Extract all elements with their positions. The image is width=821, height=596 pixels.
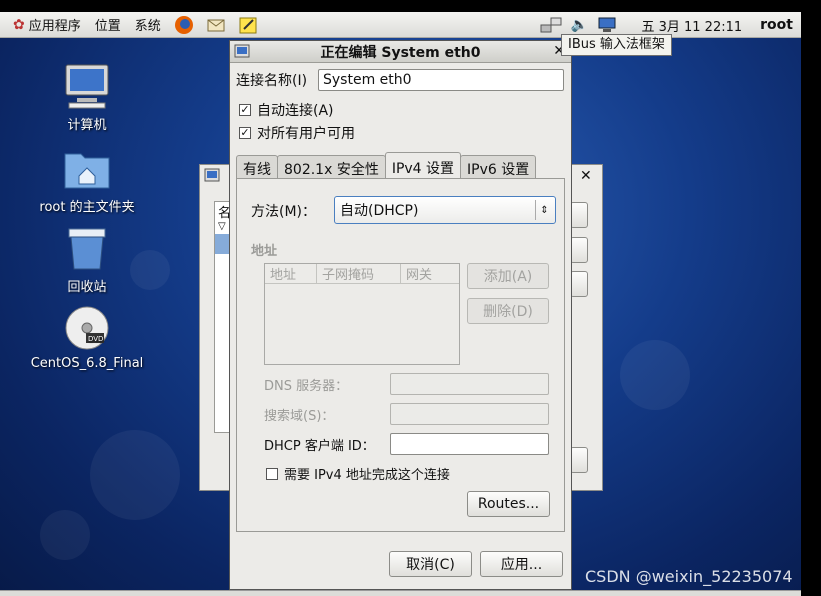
column-header: 子网掩码 xyxy=(317,264,401,283)
auto-connect-row[interactable]: ✓ 自动连接(A) xyxy=(239,100,334,120)
home-folder-icon xyxy=(61,142,113,194)
bottom-taskbar xyxy=(0,590,801,596)
desktop-icon-label: CentOS_6.8_Final xyxy=(30,356,144,371)
routes-button[interactable]: Routes... xyxy=(467,491,550,517)
dialog-titlebar[interactable]: 正在编辑 System eth0 ✕ xyxy=(230,41,571,63)
ibus-keyboard-icon[interactable] xyxy=(596,14,618,36)
search-domain-input[interactable] xyxy=(390,403,549,425)
firefox-icon[interactable] xyxy=(173,14,195,36)
require-ipv4-checkbox[interactable] xyxy=(266,467,278,480)
column-header: 网关 xyxy=(406,268,433,283)
add-button[interactable] xyxy=(570,202,588,228)
chevron-updown-icon: ⇕ xyxy=(535,200,553,220)
screen-border xyxy=(801,0,821,596)
computer-icon xyxy=(61,60,113,112)
require-ipv4-row[interactable]: 需要 IPv4 地址完成这个连接 xyxy=(266,464,450,483)
applications-menu-label: 应用程序 xyxy=(28,19,81,34)
all-users-label: 对所有用户可用 xyxy=(257,126,355,142)
edit-connection-dialog: 正在编辑 System eth0 ✕ 连接名称(I) System eth0 ✓… xyxy=(229,40,572,590)
places-menu[interactable]: 位置 xyxy=(88,12,128,37)
volume-icon[interactable]: 🔈 xyxy=(568,14,590,36)
svg-text:DVD: DVD xyxy=(88,335,103,343)
network-icon[interactable] xyxy=(540,14,562,36)
add-address-button[interactable]: 添加(A) xyxy=(467,263,549,289)
auto-connect-checkbox[interactable]: ✓ xyxy=(239,104,251,116)
all-users-checkbox[interactable]: ✓ xyxy=(239,127,251,139)
user-menu[interactable]: root xyxy=(760,17,793,33)
connection-name-row: 连接名称(I) System eth0 xyxy=(236,69,564,91)
notes-icon[interactable] xyxy=(237,14,259,36)
auto-connect-label: 自动连接(A) xyxy=(257,103,334,119)
desktop-icon-label: root 的主文件夹 xyxy=(39,200,135,215)
background-decoration xyxy=(40,510,90,560)
watermark: CSDN @weixin_52235074 xyxy=(585,567,793,586)
top-panel: ✿ 应用程序 位置 系统 🔈 五 3月 11 22:11 root xyxy=(0,12,801,38)
require-ipv4-label: 需要 IPv4 地址完成这个连接 xyxy=(284,468,450,483)
background-decoration xyxy=(90,430,180,520)
desktop-icon-dvd[interactable]: DVD CentOS_6.8_Final xyxy=(27,302,147,371)
column-header: 地址 xyxy=(265,264,317,283)
desktop-icon-label: 计算机 xyxy=(67,118,107,133)
trash-icon xyxy=(61,222,113,274)
close-button[interactable] xyxy=(570,447,588,473)
search-domain-label: 搜索域(S)： xyxy=(264,409,335,424)
foot-icon: ✿ xyxy=(13,16,25,33)
clock[interactable]: 五 3月 11 22:11 xyxy=(641,16,742,35)
dvd-icon: DVD xyxy=(61,302,113,354)
dns-input[interactable] xyxy=(390,373,549,395)
settings-tabs: 有线 802.1x 安全性 IPv4 设置 IPv6 设置 xyxy=(236,151,537,182)
network-icon xyxy=(234,44,250,64)
ibus-tooltip: IBus 输入法框架 xyxy=(561,34,672,56)
email-icon[interactable] xyxy=(205,14,227,36)
background-decoration xyxy=(620,340,690,410)
dialog-title: 正在编辑 System eth0 xyxy=(320,44,481,61)
method-value: 自动(DHCP) xyxy=(340,203,419,219)
all-users-row[interactable]: ✓ 对所有用户可用 xyxy=(239,123,355,143)
desktop-icon-label: 回收站 xyxy=(67,280,107,295)
connection-name-label: 连接名称(I) xyxy=(236,73,308,89)
ipv4-settings-panel: 方法(M)： 自动(DHCP) ⇕ 地址 地址 子网掩码 网关 添加(A) 删除… xyxy=(236,178,565,532)
method-label: 方法(M)： xyxy=(251,204,317,220)
address-section-label: 地址 xyxy=(251,244,278,259)
panel-menu: ✿ 应用程序 位置 系统 xyxy=(0,12,264,37)
desktop-icon-home[interactable]: root 的主文件夹 xyxy=(27,142,147,215)
cancel-button[interactable]: 取消(C) xyxy=(389,551,472,577)
dns-label: DNS 服务器： xyxy=(264,379,349,394)
dhcp-client-id-input[interactable] xyxy=(390,433,549,455)
delete-button[interactable] xyxy=(570,271,588,297)
close-icon[interactable]: ✕ xyxy=(580,168,592,184)
system-menu[interactable]: 系统 xyxy=(128,12,168,37)
dhcp-client-id-label: DHCP 客户端 ID： xyxy=(264,439,375,454)
apply-button[interactable]: 应用... xyxy=(480,551,563,577)
connection-name-input[interactable]: System eth0 xyxy=(318,69,564,91)
screen-border xyxy=(0,0,821,12)
network-icon xyxy=(204,168,220,188)
applications-menu[interactable]: ✿ 应用程序 xyxy=(6,12,88,37)
desktop-icon-computer[interactable]: 计算机 xyxy=(27,60,147,133)
method-select[interactable]: 自动(DHCP) ⇕ xyxy=(334,196,556,224)
address-table: 地址 子网掩码 网关 xyxy=(264,263,460,365)
desktop-icon-trash[interactable]: 回收站 xyxy=(27,222,147,295)
delete-address-button[interactable]: 删除(D) xyxy=(467,298,549,324)
address-table-header: 地址 子网掩码 网关 xyxy=(265,264,459,284)
edit-button[interactable] xyxy=(570,237,588,263)
